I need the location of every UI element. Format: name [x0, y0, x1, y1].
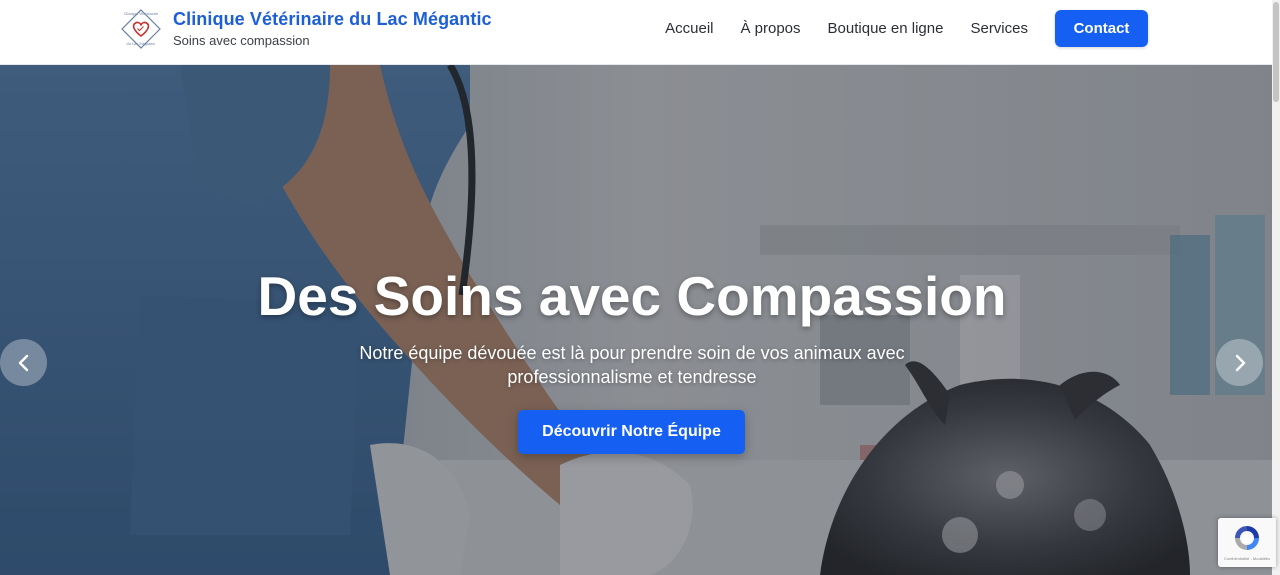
discover-team-button[interactable]: Découvrir Notre Équipe [518, 410, 745, 454]
recaptcha-icon [1235, 526, 1259, 550]
hero-carousel: Des Soins avec Compassion Notre équipe d… [0, 65, 1280, 575]
page-scrollbar[interactable] [1272, 0, 1280, 575]
recaptcha-badge[interactable]: Confidentialité - Modalités [1218, 518, 1276, 567]
brand-tagline: Soins avec compassion [173, 33, 310, 48]
svg-text:du Lac Mégantic: du Lac Mégantic [127, 42, 156, 46]
svg-text:Clinique Vétérinaire: Clinique Vétérinaire [124, 12, 159, 16]
clinic-logo-icon: Clinique Vétérinaire du Lac Mégantic [118, 6, 164, 52]
recaptcha-text[interactable]: Confidentialité - Modalités [1218, 556, 1276, 561]
hero-title: Des Soins avec Compassion [257, 265, 1007, 327]
hero-subtitle: Notre équipe dévouée est là pour prendre… [359, 343, 905, 387]
nav-item-boutique-en-ligne[interactable]: Boutique en ligne [828, 20, 944, 37]
brand-home-link[interactable]: Clinique Vétérinaire du Lac Mégantic Cli… [118, 6, 492, 52]
scrollbar-thumb[interactable] [1273, 2, 1279, 102]
contact-button[interactable]: Contact [1055, 9, 1148, 47]
hero-content: Des Soins avec Compassion Notre équipe d… [0, 65, 1280, 575]
nav-item-a-propos[interactable]: À propos [740, 20, 800, 37]
brand-title: Clinique Vétérinaire du Lac Mégantic [173, 9, 492, 29]
chevron-right-icon [1235, 354, 1245, 371]
carousel-prev-button[interactable] [0, 339, 47, 386]
nav-item-accueil[interactable]: Accueil [665, 20, 713, 37]
carousel-next-button[interactable] [1216, 339, 1263, 386]
nav-item-services[interactable]: Services [970, 20, 1028, 37]
chevron-left-icon [18, 354, 28, 371]
site-header: Clinique Vétérinaire du Lac Mégantic Cli… [0, 0, 1280, 65]
main-nav: Accueil À propos Boutique en ligne Servi… [665, 9, 1148, 47]
